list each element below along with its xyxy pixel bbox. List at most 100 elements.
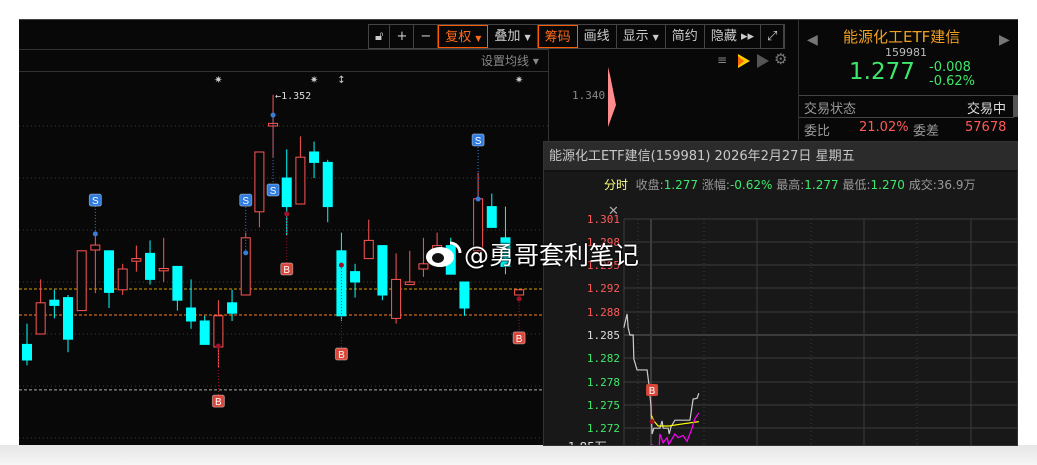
close-icon[interactable]: ✕ bbox=[608, 204, 619, 219]
next-stock-arrow-icon[interactable]: ▶ bbox=[999, 32, 1010, 48]
candle-body bbox=[309, 151, 320, 163]
bid-diff-value: 57678 bbox=[965, 120, 1007, 135]
status-value: 交易中 bbox=[967, 102, 1007, 117]
candle-body bbox=[227, 302, 238, 314]
chip-price-label: 1.340 bbox=[572, 89, 606, 102]
bid-diff-label: 委差 bbox=[913, 124, 940, 139]
candle-body bbox=[76, 250, 87, 312]
candle-body bbox=[254, 151, 265, 213]
toolbar-label: 显示 bbox=[622, 29, 649, 44]
candle-body bbox=[49, 299, 60, 306]
candle-body bbox=[486, 206, 497, 228]
signal-dot bbox=[270, 112, 276, 118]
candle-body bbox=[117, 268, 128, 291]
y-tick-label: 1.278 bbox=[587, 376, 620, 389]
top-marker-icon: ✷ bbox=[310, 75, 318, 86]
candle-body bbox=[404, 281, 415, 286]
signal-letter: B bbox=[338, 350, 345, 361]
signal-letter: S bbox=[242, 196, 249, 207]
chip-distribution-shape bbox=[608, 67, 616, 127]
series-line-price bbox=[623, 313, 700, 435]
candle-body bbox=[391, 278, 402, 319]
max-price-label: ←1.352 bbox=[275, 91, 311, 102]
y-tick-label: 1.292 bbox=[587, 282, 620, 295]
price-change: -0.008 bbox=[929, 60, 971, 75]
candle-body bbox=[90, 244, 101, 251]
toolbar-label: 画线 bbox=[583, 29, 610, 44]
candle-body bbox=[63, 297, 74, 340]
volume-axis-label: 1.85万 bbox=[568, 438, 607, 445]
trading-app: 🔓︎ + − 复权 ▼ 叠加 ▼ 筹码 画线 显示 ▼ 简约 隐藏 ▸▸ ⤢ 设置均线 ▾ 1.340 ≡… bbox=[19, 19, 1018, 446]
signal-dot bbox=[243, 250, 249, 256]
series-line-other bbox=[650, 412, 700, 445]
signal-dot bbox=[338, 262, 344, 268]
gear-icon[interactable]: ⚙ bbox=[774, 50, 787, 68]
stock-code: 159981 bbox=[885, 46, 927, 59]
candle-body bbox=[363, 239, 374, 260]
fullscreen-icon[interactable]: ⤢ bbox=[761, 25, 785, 48]
candle-body bbox=[281, 177, 292, 208]
toolbar-label: 筹码 bbox=[544, 30, 571, 45]
quote-panel: ◀ ▶ 能源化工ETF建信 159981 1.277 -0.008 -0.62%… bbox=[798, 20, 1018, 140]
prev-stock-arrow-icon[interactable]: ◀ bbox=[807, 32, 818, 48]
status-label: 交易状态 bbox=[804, 102, 857, 117]
y-tick-label: 1.288 bbox=[587, 306, 620, 319]
candle-body bbox=[172, 265, 183, 301]
y-tick-label: 1.285 bbox=[587, 329, 620, 342]
intraday-popup: 能源化工ETF建信(159981) 2026年2月27日 星期五 分时 收盘:1… bbox=[543, 141, 1018, 446]
signal-dot bbox=[649, 419, 655, 425]
candle-body bbox=[145, 252, 156, 280]
candle-body bbox=[322, 161, 333, 208]
toolbar-label: ⤢ bbox=[767, 29, 778, 44]
intraday-chart: 1.3011.2981.2951.2921.2881.2851.2821.278… bbox=[587, 213, 1017, 445]
signal-dot bbox=[516, 296, 522, 302]
toolbar-button-7[interactable]: 显示 ▼ bbox=[617, 25, 666, 48]
candle-body bbox=[199, 320, 210, 345]
candle-body bbox=[158, 267, 169, 272]
top-marker-icon: ↕ bbox=[337, 75, 345, 86]
page-bottom-strip bbox=[0, 445, 1037, 465]
candle-body bbox=[186, 307, 197, 322]
signal-dot bbox=[215, 343, 221, 349]
candle-body bbox=[295, 156, 306, 205]
toolbar-button-8[interactable]: 简约 bbox=[666, 25, 705, 48]
toolbar-button-6[interactable]: 画线 bbox=[578, 25, 617, 48]
candle-body bbox=[131, 258, 142, 262]
kline-chart: S S S S B B B B ✷ ✷ ↕ ✷ ←1.352 bbox=[19, 75, 548, 439]
signal-letter: B bbox=[215, 397, 222, 408]
watermark-text: @勇哥套利笔记 bbox=[464, 241, 640, 270]
candle-body bbox=[104, 250, 115, 293]
watermark: @勇哥套利笔记 bbox=[424, 236, 639, 272]
price-change-pct: -0.62% bbox=[929, 74, 975, 89]
candle-body bbox=[22, 343, 32, 361]
y-tick-label: 1.282 bbox=[587, 352, 620, 365]
signal-letter: B bbox=[283, 265, 290, 276]
chevron-down-icon: ▼ bbox=[652, 33, 659, 42]
candle-body bbox=[514, 289, 525, 296]
y-tick-label: 1.275 bbox=[587, 399, 620, 412]
bid-ratio-label: 委比 bbox=[804, 124, 831, 139]
toolbar-button-9[interactable]: 隐藏 ▸▸ bbox=[705, 25, 761, 48]
scrollbar[interactable] bbox=[1013, 95, 1018, 117]
top-marker-icon: ✷ bbox=[214, 75, 222, 86]
last-price: 1.277 bbox=[849, 59, 915, 85]
signal-dot bbox=[92, 231, 98, 237]
toolbar-label: 隐藏 ▸▸ bbox=[710, 29, 754, 44]
stock-name: 能源化工ETF建信 bbox=[843, 28, 961, 46]
y-tick-label: 1.272 bbox=[587, 422, 620, 435]
weibo-logo-icon bbox=[426, 241, 462, 267]
candle-body bbox=[213, 315, 224, 348]
candle-body bbox=[350, 271, 361, 283]
play-yellow-icon[interactable] bbox=[737, 54, 751, 68]
play-gray-icon[interactable] bbox=[756, 54, 770, 68]
signal-dot bbox=[284, 211, 290, 217]
candle-body bbox=[35, 302, 46, 335]
bid-ratio-value: 21.02% bbox=[859, 120, 909, 135]
signal-letter: B bbox=[516, 334, 523, 345]
list-lines-icon[interactable]: ≡ bbox=[717, 53, 727, 67]
candle-body bbox=[459, 281, 470, 309]
signal-letter: S bbox=[270, 186, 277, 197]
signal-dot bbox=[475, 196, 481, 202]
top-marker-icon: ✷ bbox=[515, 75, 523, 86]
candle-body bbox=[377, 245, 388, 296]
